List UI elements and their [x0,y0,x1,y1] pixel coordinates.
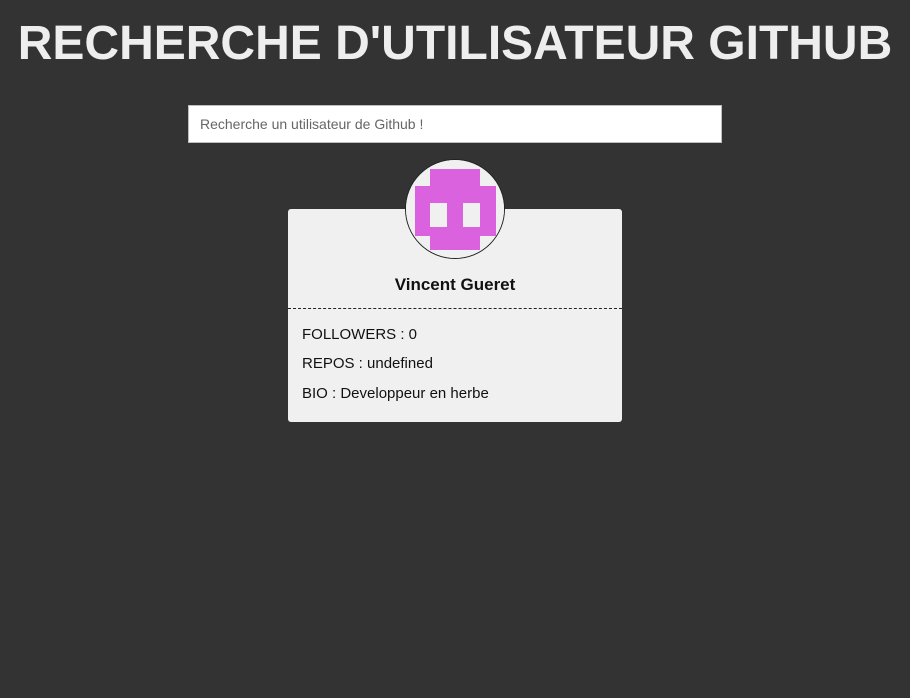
user-name: Vincent Gueret [394,275,516,294]
followers-count: FOLLOWERS : 0 [302,326,418,343]
search-input[interactable] [188,105,722,143]
card-divider [288,308,622,309]
user-bio: BIO : Developpeur en herbe [302,385,489,402]
repos-count: REPOS : undefined [302,355,433,372]
page-title: RECHERCHE D'UTILISATEUR GITHUB [17,17,893,70]
identicon-avatar-icon [406,160,504,258]
avatar [405,159,505,259]
